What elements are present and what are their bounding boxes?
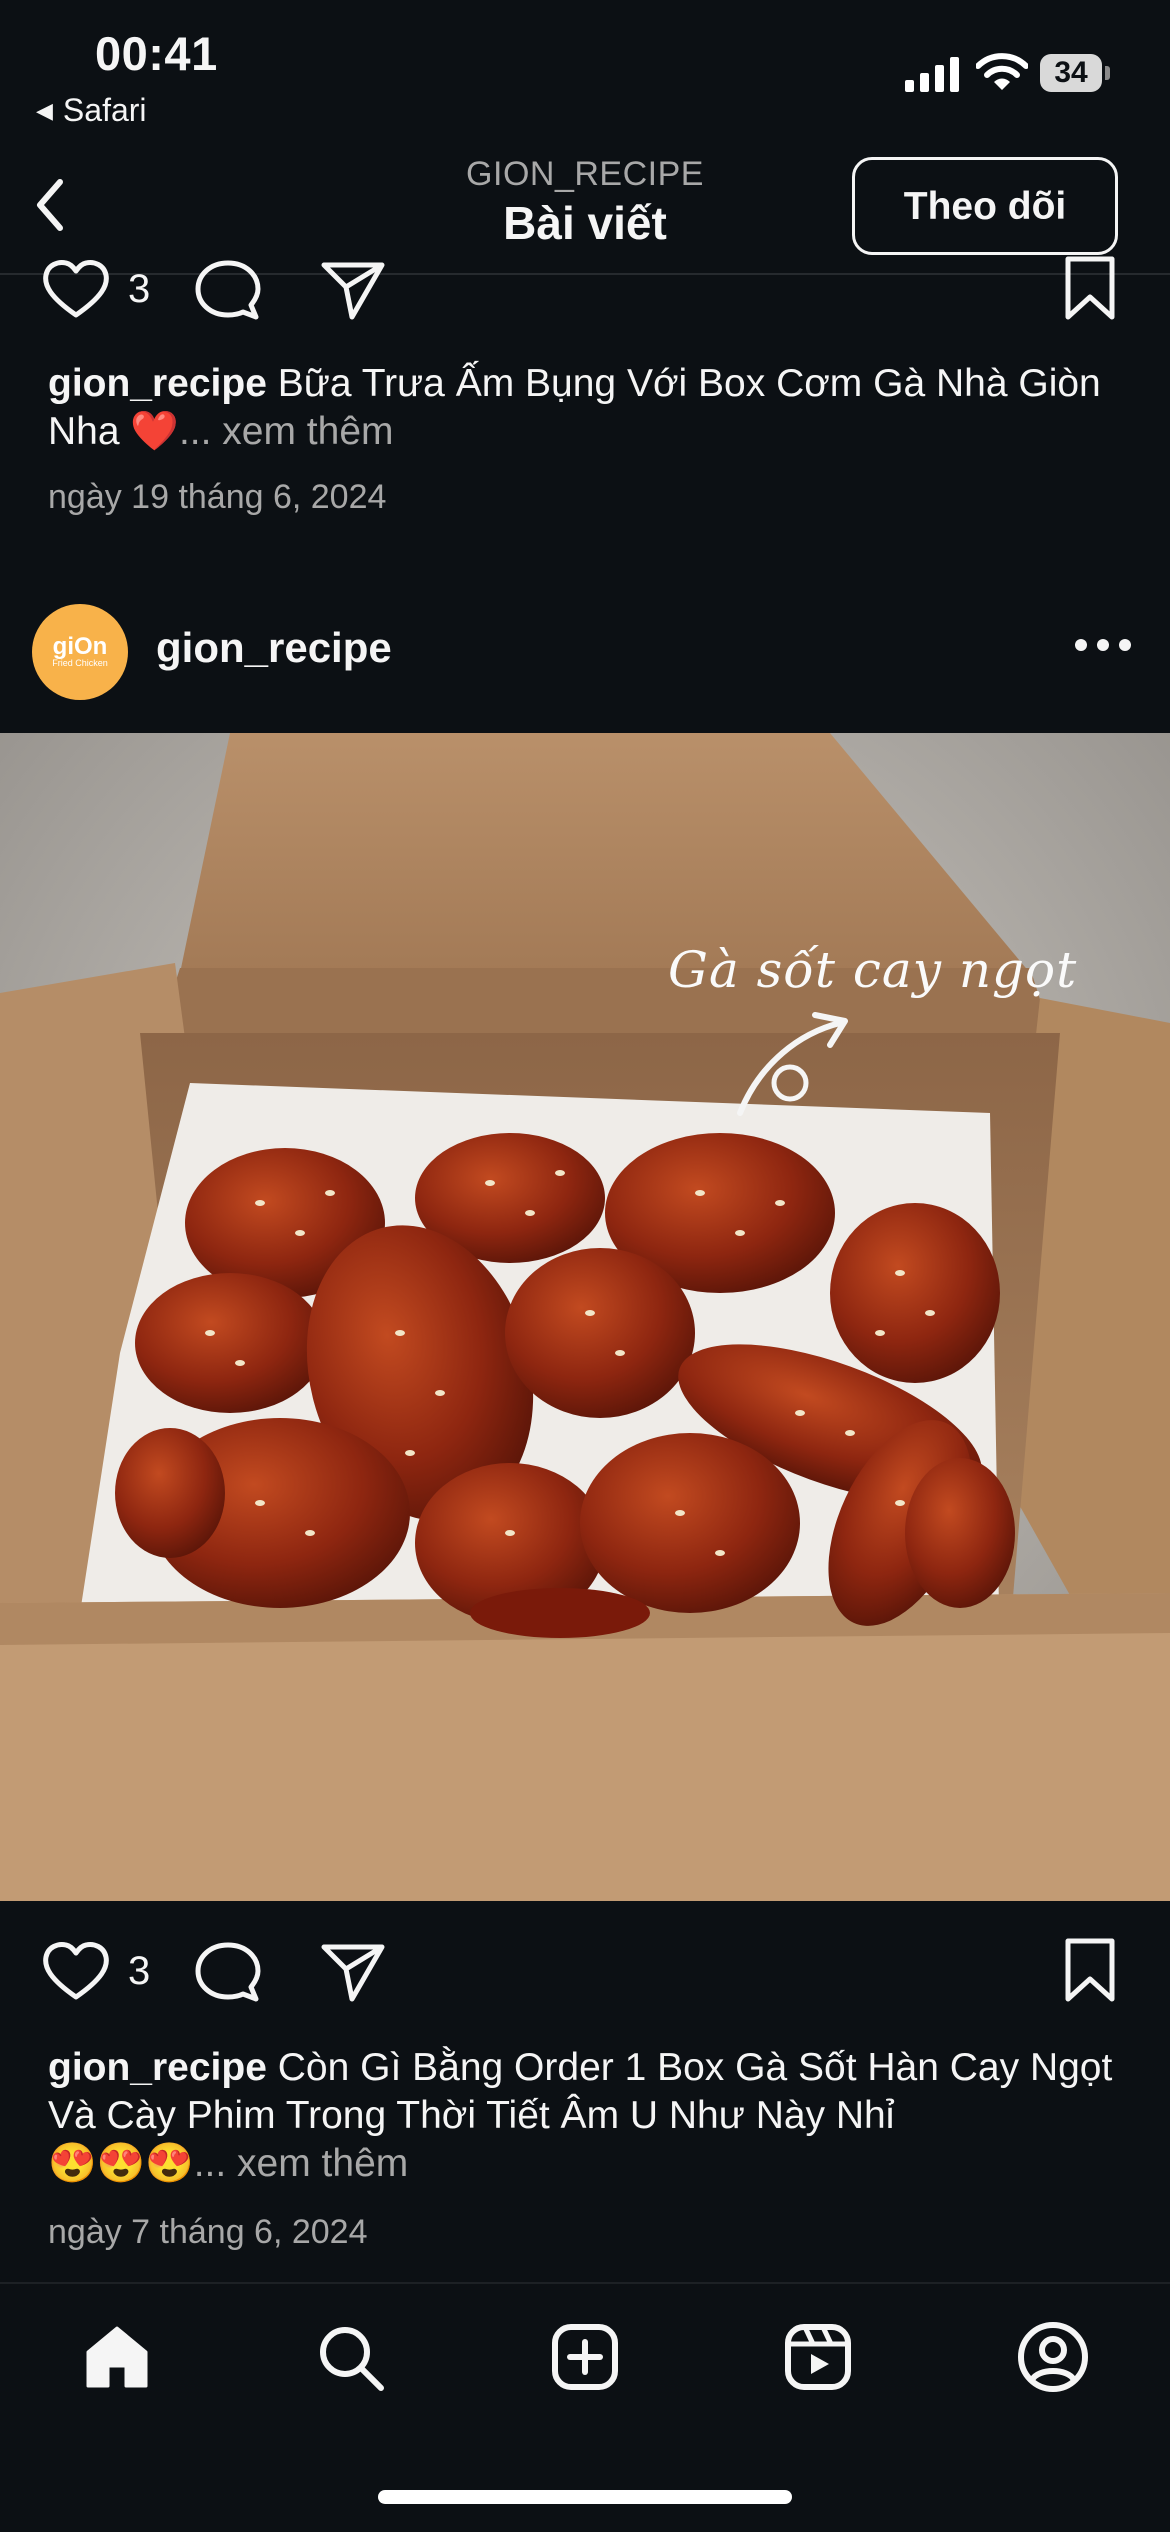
see-more-link[interactable]: ... xem thêm [194,2142,409,2185]
profile-icon[interactable] [1016,2320,1090,2394]
fried-chicken-box-photo [0,733,1170,1901]
image-overlay-text: Gà sốt cay ngọt [668,941,1078,999]
home-indicator [378,2490,792,2504]
like-heart-icon[interactable] [40,259,112,319]
cellular-signal-icon [905,56,960,92]
like-heart-icon[interactable] [40,1941,112,2001]
battery-icon: 34 [1040,54,1110,92]
more-options-icon[interactable] [1075,633,1131,657]
wifi-icon [976,53,1028,90]
search-icon[interactable] [315,2322,387,2394]
heart-emoji: ❤️ [130,410,179,453]
caption-username[interactable]: gion_recipe [48,362,267,405]
post1-like-count[interactable]: 3 [128,267,150,312]
back-to-safari[interactable]: ◀ Safari [36,92,147,129]
avatar-logo-subtext: Fried Chicken [52,658,108,668]
status-time: 00:41 [95,27,218,80]
post2-like-count[interactable]: 3 [128,1949,150,1994]
plus-square-icon[interactable] [550,2322,620,2392]
bookmark-icon[interactable] [1062,1937,1118,2003]
post-image[interactable]: Gà sốt cay ngọt [0,733,1170,1901]
back-triangle-icon: ◀ [36,97,53,123]
post1-caption: gion_recipe Bữa Trưa Ấm Bụng Với Box Cơm… [48,360,1128,456]
comment-icon[interactable] [192,257,264,323]
see-more-link[interactable]: ... xem thêm [179,410,394,453]
post1-action-row: 3 [0,255,1170,345]
share-send-icon[interactable] [318,257,388,323]
avatar-logo-text: giOn [52,633,108,660]
avatar[interactable]: giOn Fried Chicken [32,604,128,700]
post2-action-row: 3 [0,1937,1170,2027]
bookmark-icon[interactable] [1062,255,1118,321]
reels-icon[interactable] [783,2322,853,2392]
post1-date: ngày 19 tháng 6, 2024 [48,478,387,516]
home-icon[interactable] [82,2322,152,2392]
caption-username[interactable]: gion_recipe [48,2046,267,2089]
post-username[interactable]: gion_recipe [156,624,392,672]
share-send-icon[interactable] [318,1939,388,2005]
battery-level: 34 [1040,54,1102,92]
back-app-label: Safari [62,92,147,128]
heart-eyes-emoji: 😍😍😍 [48,2142,194,2185]
comment-icon[interactable] [192,1939,264,2005]
post2-caption: gion_recipe Còn Gì Bằng Order 1 Box Gà S… [48,2044,1128,2188]
post2-date: ngày 7 tháng 6, 2024 [48,2213,368,2251]
follow-button[interactable]: Theo dõi [852,157,1118,255]
